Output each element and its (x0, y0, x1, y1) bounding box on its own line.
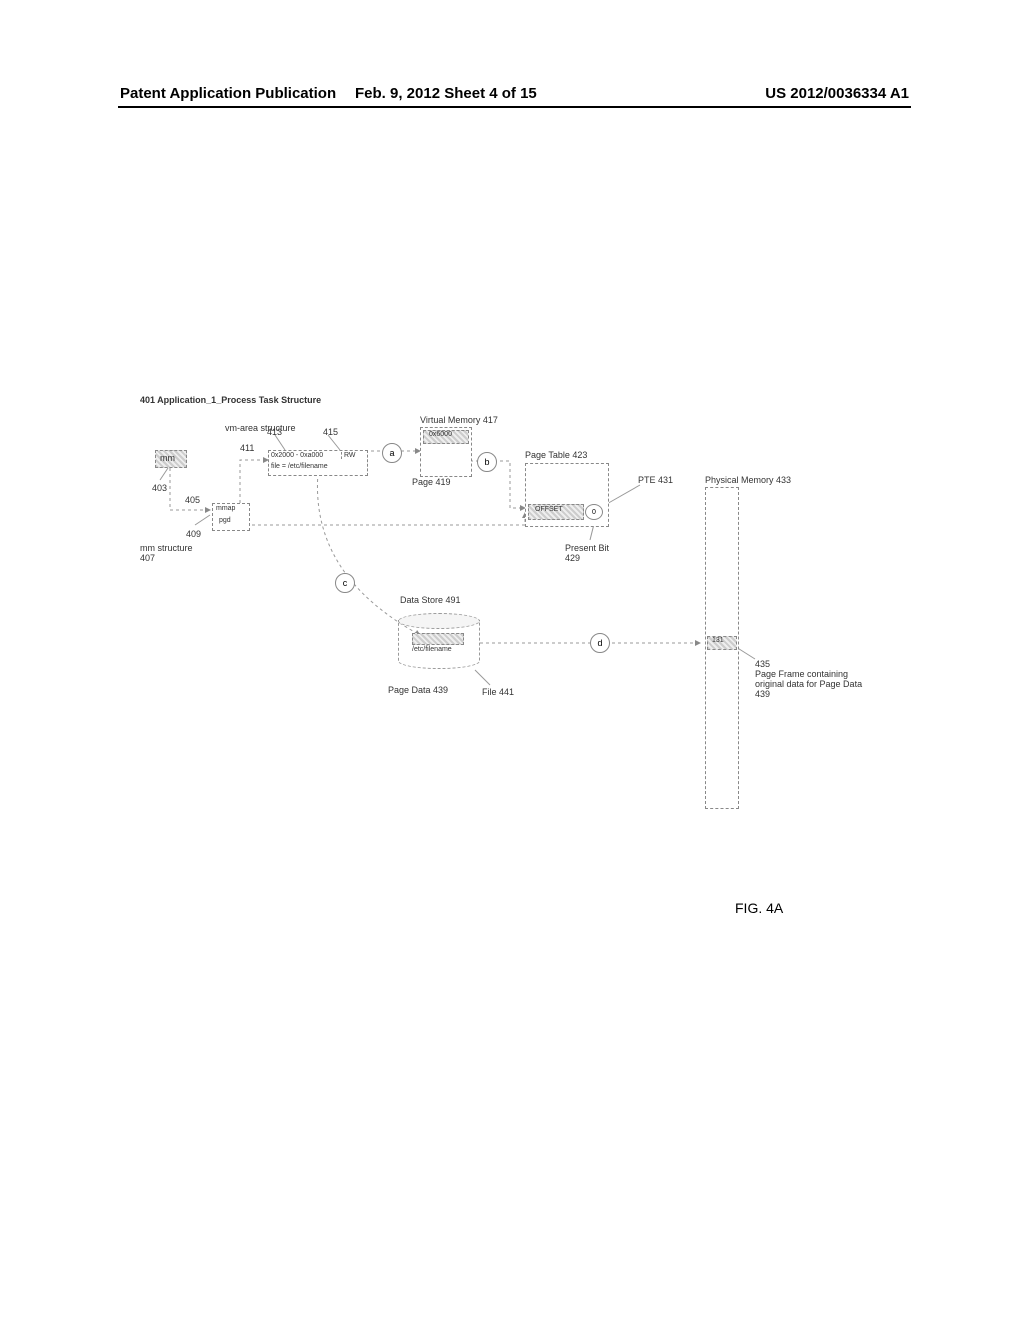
vm-area-box: 0x2000 - 0xa000 RW file = /etc/filename (268, 450, 368, 476)
pte-flag: 0 (592, 509, 596, 516)
header-center: Feb. 9, 2012 Sheet 4 of 15 (355, 85, 537, 102)
vma-range: 0x2000 - 0xa000 (271, 452, 323, 459)
page-data-439: Page Data 439 (388, 685, 448, 695)
file-path: /etc/filename (412, 646, 452, 653)
header-rule (118, 106, 911, 108)
ref-429: 429 (565, 553, 580, 563)
physical-memory-label: Physical Memory 433 (705, 475, 791, 485)
ref-409: 409 (186, 529, 201, 539)
step-a-circle: a (382, 443, 402, 463)
ref-411: 411 (240, 443, 254, 453)
step-a: a (389, 448, 394, 458)
mm-box: mm (155, 450, 187, 468)
ref-415: 415 (323, 427, 338, 437)
vm-area-label: vm-area structure (225, 423, 296, 433)
step-d-circle: d (590, 633, 610, 653)
ref-413: 413 (267, 427, 282, 437)
page-419: Page 419 (412, 477, 451, 487)
virtual-memory-label: Virtual Memory 417 (420, 415, 498, 425)
physical-memory-box: 131 (705, 487, 739, 809)
diagram-title: 401 Application_1_Process Task Structure (140, 395, 321, 405)
mmap-label: mmap (216, 505, 235, 512)
pm-addr-cell: 131 (707, 636, 737, 650)
page-table-label: Page Table 423 (525, 450, 587, 460)
figure-caption: FIG. 4A (735, 900, 783, 916)
mm-struct-box: mmap pgd (212, 503, 250, 531)
virtual-memory-box: 0x6000 (420, 427, 472, 477)
mm-text: mm (160, 453, 175, 463)
data-store-cylinder: /etc/filename (398, 613, 478, 668)
ref-407: 407 (140, 553, 155, 563)
pgd-label: pgd (219, 517, 231, 524)
header-right: US 2012/0036334 A1 (765, 85, 909, 102)
pte-flag-cell: 0 (585, 504, 603, 520)
step-d: d (597, 638, 602, 648)
pm-addr: 131 (712, 637, 724, 644)
step-c-circle: c (335, 573, 355, 593)
data-store-label: Data Store 491 (400, 595, 461, 605)
ref-405: 405 (185, 495, 200, 505)
page-table-box: OFFSET 0 (525, 463, 609, 527)
header-left: Patent Application Publication (120, 85, 336, 102)
step-b: b (484, 457, 489, 467)
page-frame-desc: Page Frame containing original data for … (755, 670, 865, 700)
vma-file: file = /etc/filename (271, 463, 328, 470)
vm-addr-cell: 0x6000 (423, 430, 469, 444)
vma-perm: RW (341, 452, 356, 459)
step-c: c (343, 578, 348, 588)
connector-lines (140, 395, 880, 825)
file-box (412, 633, 464, 645)
figure-4a: 401 Application_1_Process Task Structure… (140, 395, 880, 825)
mm-structure: mm structure (140, 543, 193, 553)
pte-offset-cell: OFFSET (528, 504, 584, 520)
pte-431: PTE 431 (638, 475, 673, 485)
file-441: File 441 (482, 687, 514, 697)
pte-offset: OFFSET (535, 506, 563, 513)
ref-403: 403 (152, 483, 167, 493)
present-bit: Present Bit (565, 543, 609, 553)
ref-435: 435 (755, 659, 770, 669)
step-b-circle: b (477, 452, 497, 472)
vm-addr: 0x6000 (429, 431, 452, 438)
